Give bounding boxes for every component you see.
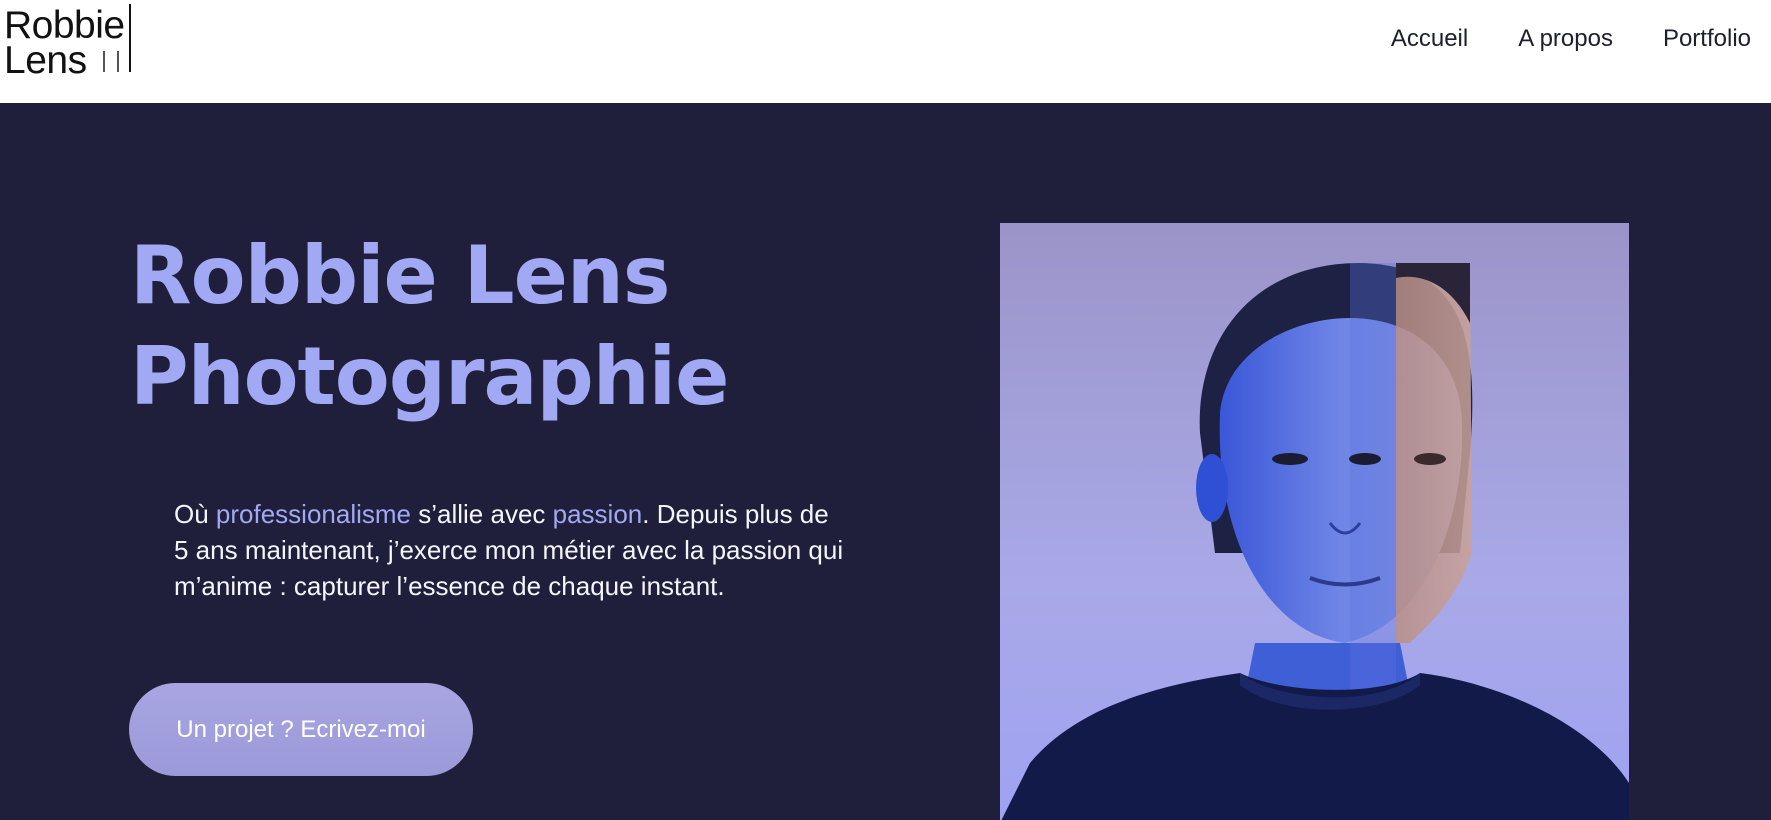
hero-section: Robbie Lens Photographie Où professional… (0, 103, 1771, 820)
hero-intro-text: Où professionalisme s’allie avec passion… (174, 496, 844, 604)
intro-middle: s’allie avec (411, 499, 553, 529)
contact-cta-button[interactable]: Un projet ? Ecrivez-moi (129, 683, 473, 776)
hero-title-line1: Robbie Lens (130, 229, 670, 322)
nav-link-a-propos[interactable]: A propos (1518, 24, 1613, 54)
intro-prefix: Où (174, 499, 216, 529)
intro-highlight-passion: passion (552, 499, 643, 529)
main-nav: Accueil A propos Portfolio (1391, 24, 1751, 54)
logo-tick-mark (117, 51, 119, 72)
logo-text-line2: Lens (4, 39, 87, 82)
logo-vertical-bar (129, 4, 131, 72)
page: Robbie Lens Accueil A propos Portfolio R… (0, 0, 1771, 820)
site-logo[interactable]: Robbie Lens (2, 4, 132, 80)
logo-tick-mark (103, 51, 105, 72)
portrait-photo (1000, 223, 1629, 820)
nav-link-portfolio[interactable]: Portfolio (1663, 24, 1751, 54)
portrait-illustration (1000, 223, 1629, 820)
intro-highlight-professionalisme: professionalisme (215, 499, 412, 529)
hero-title-line2: Photographie (130, 330, 729, 423)
hero-title: Robbie Lens Photographie (130, 225, 729, 427)
site-header: Robbie Lens Accueil A propos Portfolio (0, 0, 1771, 103)
nav-link-accueil[interactable]: Accueil (1391, 24, 1468, 54)
